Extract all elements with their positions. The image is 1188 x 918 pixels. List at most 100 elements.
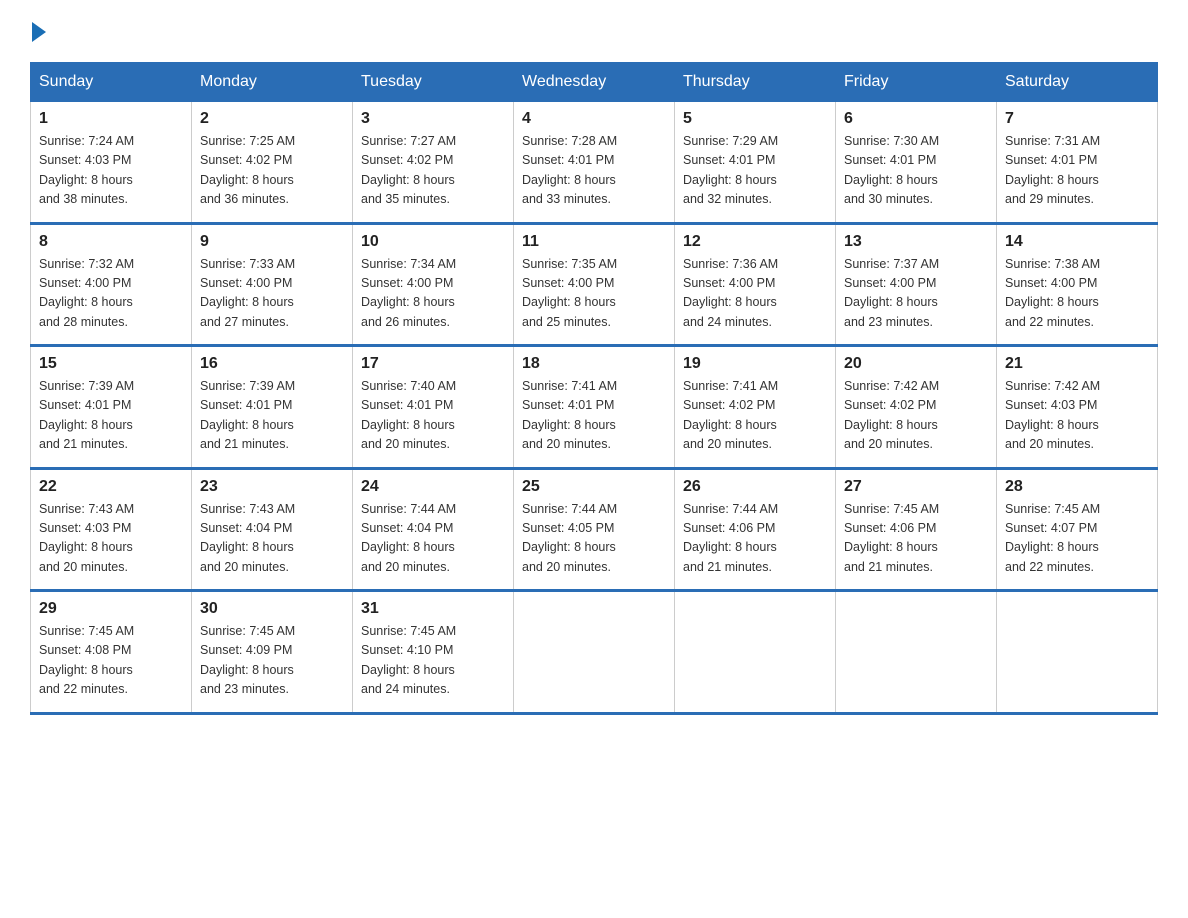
day-info: Sunrise: 7:44 AMSunset: 4:06 PMDaylight:… bbox=[683, 500, 827, 578]
calendar-day-cell: 27 Sunrise: 7:45 AMSunset: 4:06 PMDaylig… bbox=[836, 468, 997, 591]
day-number: 30 bbox=[200, 600, 344, 618]
day-info: Sunrise: 7:39 AMSunset: 4:01 PMDaylight:… bbox=[39, 377, 183, 455]
day-info: Sunrise: 7:45 AMSunset: 4:06 PMDaylight:… bbox=[844, 500, 988, 578]
day-info: Sunrise: 7:24 AMSunset: 4:03 PMDaylight:… bbox=[39, 132, 183, 210]
day-info: Sunrise: 7:44 AMSunset: 4:05 PMDaylight:… bbox=[522, 500, 666, 578]
header-wednesday: Wednesday bbox=[514, 63, 675, 102]
logo bbox=[30, 20, 46, 42]
day-info: Sunrise: 7:41 AMSunset: 4:02 PMDaylight:… bbox=[683, 377, 827, 455]
day-info: Sunrise: 7:36 AMSunset: 4:00 PMDaylight:… bbox=[683, 255, 827, 333]
day-number: 6 bbox=[844, 110, 988, 128]
header-tuesday: Tuesday bbox=[353, 63, 514, 102]
calendar-day-cell: 19 Sunrise: 7:41 AMSunset: 4:02 PMDaylig… bbox=[675, 346, 836, 469]
header-saturday: Saturday bbox=[997, 63, 1158, 102]
day-info: Sunrise: 7:40 AMSunset: 4:01 PMDaylight:… bbox=[361, 377, 505, 455]
day-info: Sunrise: 7:42 AMSunset: 4:02 PMDaylight:… bbox=[844, 377, 988, 455]
calendar-day-cell: 30 Sunrise: 7:45 AMSunset: 4:09 PMDaylig… bbox=[192, 591, 353, 714]
calendar-day-cell: 7 Sunrise: 7:31 AMSunset: 4:01 PMDayligh… bbox=[997, 102, 1158, 224]
calendar-day-cell: 5 Sunrise: 7:29 AMSunset: 4:01 PMDayligh… bbox=[675, 102, 836, 224]
day-number: 8 bbox=[39, 233, 183, 251]
day-number: 28 bbox=[1005, 478, 1149, 496]
calendar-day-cell: 17 Sunrise: 7:40 AMSunset: 4:01 PMDaylig… bbox=[353, 346, 514, 469]
day-number: 27 bbox=[844, 478, 988, 496]
calendar-day-cell: 1 Sunrise: 7:24 AMSunset: 4:03 PMDayligh… bbox=[31, 102, 192, 224]
calendar-day-cell: 20 Sunrise: 7:42 AMSunset: 4:02 PMDaylig… bbox=[836, 346, 997, 469]
day-number: 3 bbox=[361, 110, 505, 128]
weekday-header-row: Sunday Monday Tuesday Wednesday Thursday… bbox=[31, 63, 1158, 102]
day-info: Sunrise: 7:32 AMSunset: 4:00 PMDaylight:… bbox=[39, 255, 183, 333]
day-number: 10 bbox=[361, 233, 505, 251]
calendar-day-cell: 21 Sunrise: 7:42 AMSunset: 4:03 PMDaylig… bbox=[997, 346, 1158, 469]
day-number: 19 bbox=[683, 355, 827, 373]
day-number: 21 bbox=[1005, 355, 1149, 373]
calendar-day-cell: 8 Sunrise: 7:32 AMSunset: 4:00 PMDayligh… bbox=[31, 223, 192, 346]
calendar-week-row: 1 Sunrise: 7:24 AMSunset: 4:03 PMDayligh… bbox=[31, 102, 1158, 224]
calendar-day-cell: 28 Sunrise: 7:45 AMSunset: 4:07 PMDaylig… bbox=[997, 468, 1158, 591]
day-info: Sunrise: 7:39 AMSunset: 4:01 PMDaylight:… bbox=[200, 377, 344, 455]
day-number: 31 bbox=[361, 600, 505, 618]
day-number: 9 bbox=[200, 233, 344, 251]
day-number: 13 bbox=[844, 233, 988, 251]
day-info: Sunrise: 7:31 AMSunset: 4:01 PMDaylight:… bbox=[1005, 132, 1149, 210]
day-number: 25 bbox=[522, 478, 666, 496]
calendar-day-cell: 4 Sunrise: 7:28 AMSunset: 4:01 PMDayligh… bbox=[514, 102, 675, 224]
day-number: 2 bbox=[200, 110, 344, 128]
calendar-week-row: 29 Sunrise: 7:45 AMSunset: 4:08 PMDaylig… bbox=[31, 591, 1158, 714]
day-number: 15 bbox=[39, 355, 183, 373]
logo-triangle-icon bbox=[32, 22, 46, 42]
calendar-day-cell: 2 Sunrise: 7:25 AMSunset: 4:02 PMDayligh… bbox=[192, 102, 353, 224]
day-number: 20 bbox=[844, 355, 988, 373]
calendar-day-cell: 26 Sunrise: 7:44 AMSunset: 4:06 PMDaylig… bbox=[675, 468, 836, 591]
day-number: 1 bbox=[39, 110, 183, 128]
calendar-day-cell: 6 Sunrise: 7:30 AMSunset: 4:01 PMDayligh… bbox=[836, 102, 997, 224]
day-info: Sunrise: 7:43 AMSunset: 4:04 PMDaylight:… bbox=[200, 500, 344, 578]
header-sunday: Sunday bbox=[31, 63, 192, 102]
day-info: Sunrise: 7:45 AMSunset: 4:10 PMDaylight:… bbox=[361, 622, 505, 700]
calendar-day-cell: 10 Sunrise: 7:34 AMSunset: 4:00 PMDaylig… bbox=[353, 223, 514, 346]
day-info: Sunrise: 7:44 AMSunset: 4:04 PMDaylight:… bbox=[361, 500, 505, 578]
calendar-day-cell: 3 Sunrise: 7:27 AMSunset: 4:02 PMDayligh… bbox=[353, 102, 514, 224]
calendar-day-cell: 22 Sunrise: 7:43 AMSunset: 4:03 PMDaylig… bbox=[31, 468, 192, 591]
calendar-day-cell: 24 Sunrise: 7:44 AMSunset: 4:04 PMDaylig… bbox=[353, 468, 514, 591]
day-info: Sunrise: 7:45 AMSunset: 4:08 PMDaylight:… bbox=[39, 622, 183, 700]
calendar-day-cell: 9 Sunrise: 7:33 AMSunset: 4:00 PMDayligh… bbox=[192, 223, 353, 346]
day-number: 22 bbox=[39, 478, 183, 496]
calendar-day-cell bbox=[836, 591, 997, 714]
day-number: 16 bbox=[200, 355, 344, 373]
day-number: 14 bbox=[1005, 233, 1149, 251]
calendar-day-cell: 14 Sunrise: 7:38 AMSunset: 4:00 PMDaylig… bbox=[997, 223, 1158, 346]
day-info: Sunrise: 7:25 AMSunset: 4:02 PMDaylight:… bbox=[200, 132, 344, 210]
day-info: Sunrise: 7:38 AMSunset: 4:00 PMDaylight:… bbox=[1005, 255, 1149, 333]
calendar-day-cell bbox=[997, 591, 1158, 714]
calendar-day-cell: 23 Sunrise: 7:43 AMSunset: 4:04 PMDaylig… bbox=[192, 468, 353, 591]
day-number: 12 bbox=[683, 233, 827, 251]
calendar-day-cell: 29 Sunrise: 7:45 AMSunset: 4:08 PMDaylig… bbox=[31, 591, 192, 714]
calendar-week-row: 22 Sunrise: 7:43 AMSunset: 4:03 PMDaylig… bbox=[31, 468, 1158, 591]
calendar-table: Sunday Monday Tuesday Wednesday Thursday… bbox=[30, 62, 1158, 715]
day-number: 23 bbox=[200, 478, 344, 496]
day-info: Sunrise: 7:43 AMSunset: 4:03 PMDaylight:… bbox=[39, 500, 183, 578]
day-number: 26 bbox=[683, 478, 827, 496]
day-info: Sunrise: 7:33 AMSunset: 4:00 PMDaylight:… bbox=[200, 255, 344, 333]
day-info: Sunrise: 7:27 AMSunset: 4:02 PMDaylight:… bbox=[361, 132, 505, 210]
calendar-day-cell: 18 Sunrise: 7:41 AMSunset: 4:01 PMDaylig… bbox=[514, 346, 675, 469]
day-info: Sunrise: 7:30 AMSunset: 4:01 PMDaylight:… bbox=[844, 132, 988, 210]
day-info: Sunrise: 7:42 AMSunset: 4:03 PMDaylight:… bbox=[1005, 377, 1149, 455]
day-number: 29 bbox=[39, 600, 183, 618]
calendar-day-cell bbox=[514, 591, 675, 714]
day-info: Sunrise: 7:28 AMSunset: 4:01 PMDaylight:… bbox=[522, 132, 666, 210]
header-monday: Monday bbox=[192, 63, 353, 102]
calendar-day-cell: 16 Sunrise: 7:39 AMSunset: 4:01 PMDaylig… bbox=[192, 346, 353, 469]
day-number: 4 bbox=[522, 110, 666, 128]
calendar-week-row: 8 Sunrise: 7:32 AMSunset: 4:00 PMDayligh… bbox=[31, 223, 1158, 346]
day-number: 17 bbox=[361, 355, 505, 373]
calendar-day-cell: 25 Sunrise: 7:44 AMSunset: 4:05 PMDaylig… bbox=[514, 468, 675, 591]
day-info: Sunrise: 7:41 AMSunset: 4:01 PMDaylight:… bbox=[522, 377, 666, 455]
calendar-day-cell: 12 Sunrise: 7:36 AMSunset: 4:00 PMDaylig… bbox=[675, 223, 836, 346]
day-number: 7 bbox=[1005, 110, 1149, 128]
calendar-day-cell: 13 Sunrise: 7:37 AMSunset: 4:00 PMDaylig… bbox=[836, 223, 997, 346]
calendar-week-row: 15 Sunrise: 7:39 AMSunset: 4:01 PMDaylig… bbox=[31, 346, 1158, 469]
day-number: 5 bbox=[683, 110, 827, 128]
calendar-day-cell: 15 Sunrise: 7:39 AMSunset: 4:01 PMDaylig… bbox=[31, 346, 192, 469]
calendar-day-cell bbox=[675, 591, 836, 714]
